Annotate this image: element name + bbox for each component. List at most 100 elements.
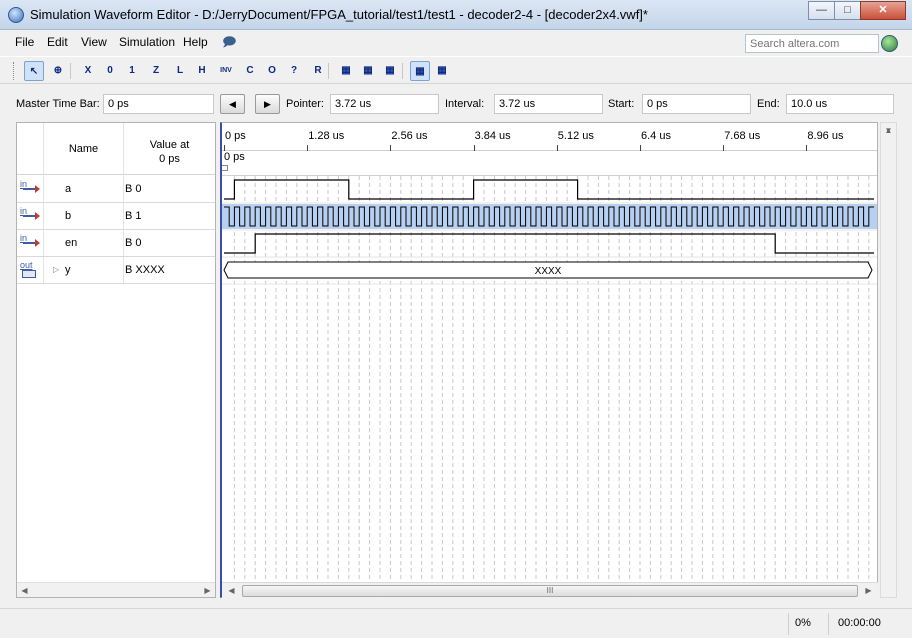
status-progress: 0%	[795, 617, 811, 629]
signal-value: B 0	[125, 237, 142, 249]
signal-name: a	[65, 183, 72, 195]
netlist-icon[interactable]: ▦	[380, 61, 400, 81]
toolbar: ↖ ⊕ X 0 1 Z L H INV C O? R ▦ ▦ ▦ ▦ ▦	[0, 56, 912, 84]
signal-row-a[interactable]: in a B 0	[17, 176, 215, 203]
waveform-canvas[interactable]: XXXX	[222, 176, 878, 596]
arbitrary-value-icon[interactable]: ?	[284, 61, 304, 81]
status-divider	[828, 613, 829, 635]
master-time-field[interactable]: 0 ps	[103, 94, 214, 114]
selected-row-highlight	[222, 204, 877, 229]
ruler-tick-label: 8.96 us	[807, 130, 844, 142]
master-time-bar-label: Master Time Bar:	[16, 98, 100, 110]
maximize-icon[interactable]: □	[834, 1, 861, 20]
waveform-en	[224, 233, 874, 254]
weak-low-icon[interactable]: L	[170, 61, 190, 81]
force-high-icon[interactable]: 1	[122, 61, 142, 81]
random-value-icon[interactable]: R	[308, 61, 328, 81]
status-bar: 0% 00:00:00	[0, 608, 912, 638]
signal-table-header: Name Value at 0 ps	[17, 123, 215, 175]
selection-tool-icon[interactable]: ↖	[24, 61, 44, 81]
ruler-tick-label: 5.12 us	[557, 130, 594, 142]
functional-simulation-icon[interactable]: ▦	[336, 61, 356, 81]
window-controls: — □ ✕	[808, 1, 906, 20]
pointer-label: Pointer:	[286, 98, 324, 110]
search-input[interactable]	[745, 34, 879, 53]
value-column-header-line1: Value at	[149, 139, 190, 151]
signal-row-b[interactable]: in b B 1	[17, 203, 215, 230]
interval-field: 3.72 us	[494, 94, 603, 114]
next-transition-button[interactable]: ▶	[255, 94, 280, 114]
expand-triangle-icon[interactable]: ▷	[53, 265, 59, 274]
uninitialized-icon[interactable]: X	[78, 61, 98, 81]
app-icon	[8, 7, 24, 23]
prev-transition-button[interactable]: ◀	[220, 94, 245, 114]
menu-file[interactable]: File	[15, 35, 34, 49]
scroll-thumb[interactable]: III	[242, 585, 858, 597]
grid-icon[interactable]: ▦	[432, 61, 452, 81]
ruler-tick-label: 0 ps	[225, 130, 246, 142]
interval-label: Interval:	[445, 98, 485, 110]
timing-simulation-icon[interactable]: ▦	[358, 61, 378, 81]
input-pin-icon: in	[20, 233, 40, 253]
signal-value: B 1	[125, 210, 142, 222]
waveform-a	[224, 179, 874, 200]
count-value-icon[interactable]: C	[240, 61, 260, 81]
zoom-tool-icon[interactable]: ⊕	[48, 61, 68, 81]
signal-value: B XXXX	[125, 264, 165, 276]
signal-name: b	[65, 210, 72, 222]
start-label: Start:	[608, 98, 635, 110]
globe-icon[interactable]	[881, 35, 898, 52]
menu-view[interactable]: View	[81, 35, 107, 49]
value-column-header-line2: 0 ps	[159, 153, 180, 165]
time-marker-flag[interactable]	[222, 165, 228, 171]
menu-help[interactable]: Help	[183, 35, 208, 49]
end-field: 10.0 us	[786, 94, 894, 114]
time-ruler[interactable]: 0 ps 1.28 us 2.56 us 3.84 us 5.12 us 6.4 us 7.…	[222, 123, 877, 151]
status-elapsed-time: 00:00:00	[838, 617, 881, 629]
pointer-field: 3.72 us	[330, 94, 439, 114]
menu-simulation[interactable]: Simulation	[119, 35, 175, 49]
title-bar: Simulation Waveform Editor - D:/JerryDoc…	[0, 0, 912, 30]
signal-row-en[interactable]: in en B 0	[17, 230, 215, 257]
start-field: 0 ps	[642, 94, 751, 114]
name-column-header[interactable]: Name	[43, 123, 123, 175]
high-impedance-icon[interactable]: Z	[146, 61, 166, 81]
master-time-bar-row[interactable]: 0 ps	[222, 151, 877, 176]
input-pin-icon: in	[20, 206, 40, 226]
signal-value: B 0	[125, 183, 142, 195]
output-pin-icon: out	[20, 260, 40, 280]
input-pin-icon: in	[20, 179, 40, 199]
waveform-vscrollbar[interactable]: ▲ ▼	[880, 122, 897, 598]
master-time-marker-label: 0 ps	[224, 151, 245, 163]
scroll-right-arrow-icon[interactable]: ▶	[200, 583, 215, 598]
weak-high-icon[interactable]: H	[192, 61, 212, 81]
snap-to-grid-icon[interactable]: ▦	[410, 61, 430, 81]
toolbar-separator	[70, 63, 71, 79]
minimize-icon[interactable]: —	[808, 1, 835, 20]
ruler-tick-label: 7.68 us	[724, 130, 761, 142]
speech-bubble-icon[interactable]: 🗩	[222, 33, 236, 55]
signal-name: en	[65, 237, 78, 249]
ruler-tick-label: 3.84 us	[474, 130, 511, 142]
invert-icon[interactable]: INV	[216, 61, 236, 81]
value-column-header[interactable]: Value at 0 ps	[123, 123, 215, 175]
end-label: End:	[757, 98, 780, 110]
menu-edit[interactable]: Edit	[47, 35, 68, 49]
status-divider	[788, 613, 789, 635]
waveform-panel[interactable]: 0 ps 1.28 us 2.56 us 3.84 us 5.12 us 6.4 us 7.…	[220, 122, 878, 598]
signal-list-hscrollbar[interactable]: ◀ ▶	[17, 582, 215, 597]
scroll-down-arrow-icon[interactable]: ▼	[881, 123, 896, 138]
signal-name: y	[65, 264, 71, 276]
waveform-y-value: XXXX	[535, 266, 562, 277]
ruler-tick-label: 6.4 us	[641, 130, 671, 142]
scroll-left-arrow-icon[interactable]: ◀	[224, 583, 239, 598]
close-icon[interactable]: ✕	[860, 1, 906, 20]
scroll-left-arrow-icon[interactable]: ◀	[17, 583, 32, 598]
scroll-right-arrow-icon[interactable]: ▶	[861, 583, 876, 598]
toolbar-grip[interactable]	[13, 62, 16, 80]
signal-row-y[interactable]: out ▷ y B XXXX	[17, 257, 215, 284]
force-low-icon[interactable]: 0	[100, 61, 120, 81]
waveform-hscrollbar[interactable]: ◀ III ▶	[222, 582, 878, 598]
signal-list-panel: Name Value at 0 ps in a B 0 in b B 1 in …	[16, 122, 216, 598]
overwrite-clock-icon[interactable]: O	[262, 61, 282, 81]
